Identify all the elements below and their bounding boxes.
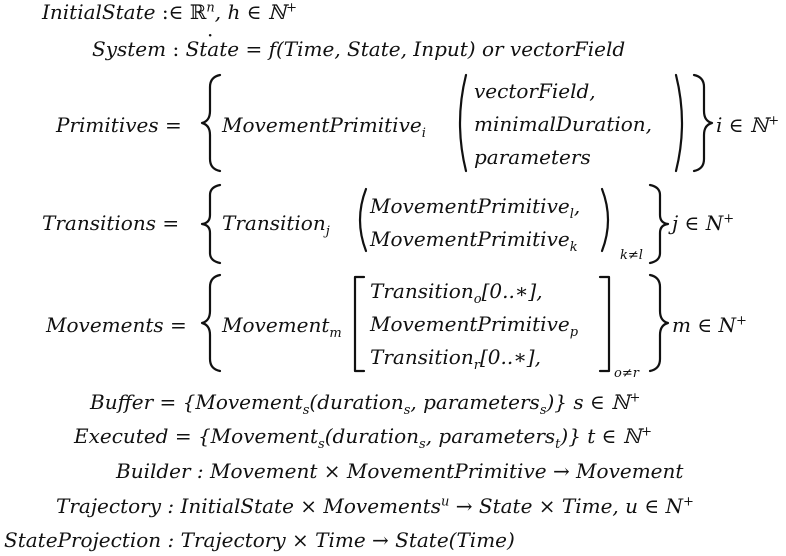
inequality-subscript: o≠r (614, 366, 639, 381)
left-brace (200, 73, 222, 173)
dimension-condition: , h ∈ ℕ (214, 0, 287, 24)
argument: vectorField, (474, 79, 596, 103)
plus-superscript: + (641, 424, 653, 440)
transition-arguments: MovementPrimitivel, MovementPrimitivek (370, 190, 580, 256)
parameters-term: , parameters (410, 390, 540, 414)
argument-tail: , (573, 194, 581, 218)
executed-condition: )} t ∈ ℕ (560, 424, 642, 448)
term-name: Transition (222, 211, 326, 235)
executed-lhs: Executed = {Movement (74, 424, 319, 448)
index-subscript: i (421, 126, 426, 141)
argument-subscript: o (473, 292, 482, 307)
duration-term: (duration (309, 390, 404, 414)
right-paren (600, 187, 610, 253)
argument: Transitiono[0..∗], (370, 275, 578, 308)
term-name: Movement (222, 313, 330, 337)
argument-tail: [0..∗], (481, 279, 543, 303)
state-projection-text: StateProjection : Trajectory × Time → St… (4, 528, 515, 552)
left-paren (358, 187, 368, 253)
left-paren (458, 73, 468, 173)
argument-name: MovementPrimitive (370, 194, 570, 218)
buffer-lhs: Buffer = {Movement (90, 390, 303, 414)
parameters-term: , parameters (425, 424, 556, 448)
buffer-definition: Buffer = {Movements(durations, parameter… (90, 390, 641, 417)
argument: Transitionr[0..∗], (370, 341, 578, 374)
trajectory-lhs: Trajectory : InitialState × Movements (56, 494, 442, 518)
right-bracket (598, 275, 611, 373)
left-brace (200, 273, 222, 373)
condition-text: i ∈ ℕ (716, 113, 769, 137)
dimension-superscript: n (206, 0, 215, 16)
left-bracket (353, 275, 366, 373)
argument-name: Transition (370, 279, 474, 303)
transitions-lhs: Transitions = (42, 211, 180, 235)
executed-definition: Executed = {Movements(durations, paramet… (74, 424, 653, 451)
movements-lhs: Movements = (46, 313, 187, 337)
right-brace (648, 273, 670, 373)
argument-subscript: p (569, 325, 579, 340)
subscript: s (419, 437, 426, 452)
colon: : (166, 37, 186, 61)
buffer-condition: )} s ∈ ℕ (546, 390, 630, 414)
argument-subscript: k (569, 240, 578, 255)
plus-superscript: + (723, 211, 735, 227)
real-space: ∈ ℝ (168, 0, 207, 24)
argument: minimalDuration, (474, 112, 653, 136)
argument-name: MovementPrimitive (370, 312, 570, 336)
argument: MovementPrimitivek (370, 223, 580, 256)
argument-name: Transition (370, 345, 474, 369)
right-brace (648, 183, 670, 265)
transition-term: Transitionj (222, 211, 330, 238)
plus-superscript: + (286, 0, 298, 16)
plus-superscript: + (768, 113, 780, 129)
right-paren (674, 73, 684, 173)
argument: parameters (474, 145, 591, 169)
index-subscript: m (329, 326, 342, 341)
duration-term: (duration (324, 424, 420, 448)
condition-text: m ∈ N (672, 313, 736, 337)
movement-primitive-term: MovementPrimitivei (222, 113, 426, 140)
right-brace (692, 73, 714, 173)
builder-definition: Builder : Movement × MovementPrimitive →… (116, 459, 683, 483)
state-derivative: State (186, 23, 240, 61)
argument: MovementPrimitivep (370, 308, 578, 341)
initial-state-term: InitialState (42, 0, 156, 24)
plus-superscript: + (629, 390, 641, 406)
index-subscript: j (325, 224, 330, 239)
colon: : (155, 0, 169, 24)
term-name: MovementPrimitive (222, 113, 422, 137)
movements-index-condition: m ∈ N+ (672, 313, 747, 337)
subscript: s (318, 437, 325, 452)
argument-tail: [0..∗], (479, 345, 541, 369)
plus-superscript: + (683, 494, 694, 510)
trajectory-rhs: → State × Time, u ∈ N (449, 494, 684, 518)
trajectory-definition: Trajectory : InitialState × Movementsu →… (56, 494, 694, 518)
system-equation: = f(Time, State, Input) or vectorField (239, 37, 626, 61)
primitives-index-condition: i ∈ ℕ+ (716, 113, 779, 137)
transitions-index-condition: j ∈ N+ (672, 211, 734, 235)
inequality-subscript: k≠l (620, 248, 643, 263)
argument: MovementPrimitivel, (370, 190, 580, 223)
primitives-lhs: Primitives = (56, 113, 182, 137)
movement-term: Movementm (222, 313, 342, 340)
plus-superscript: + (735, 313, 747, 329)
left-brace (200, 183, 222, 265)
condition-text: j ∈ N (672, 211, 724, 235)
system-term: System (92, 37, 167, 61)
system-definition: System : State = f(Time, State, Input) o… (92, 23, 626, 61)
argument-name: MovementPrimitive (370, 227, 570, 251)
movement-arguments: Transitiono[0..∗], MovementPrimitivep Tr… (370, 275, 578, 374)
state-projection-definition: StateProjection : Trajectory × Time → St… (4, 528, 515, 552)
builder-text: Builder : Movement × MovementPrimitive →… (116, 459, 684, 483)
subscript: s (539, 403, 547, 418)
initial-state-definition: InitialState :∈ ℝn, h ∈ ℕ+ (42, 0, 297, 24)
primitive-arguments: vectorField, minimalDuration, parameters (474, 75, 652, 174)
